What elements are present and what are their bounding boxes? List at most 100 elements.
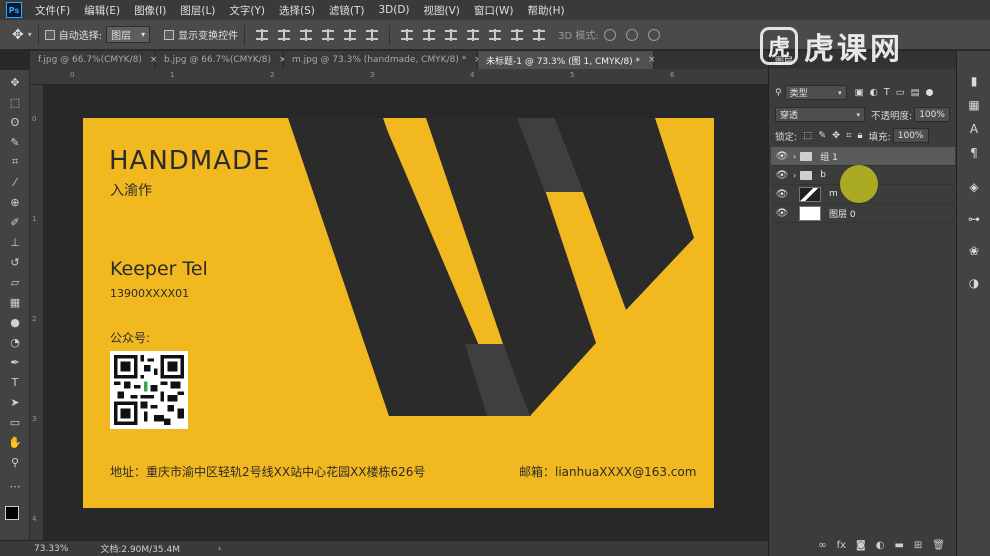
status-menu-arrow-icon[interactable]: › xyxy=(218,544,221,553)
menu-view[interactable]: 视图(V) xyxy=(417,3,467,18)
stamp-icon[interactable]: ⊥ xyxy=(5,234,25,250)
distribute-hcenter-icon[interactable] xyxy=(489,28,502,41)
blend-mode-dropdown[interactable]: 穿透 ▾ xyxy=(775,107,865,122)
menu-image[interactable]: 图像(I) xyxy=(127,3,173,18)
tab-b-jpg[interactable]: b.jpg @ 66.7%(CMYK/8) × xyxy=(156,51,287,69)
history-icon[interactable]: ▮ xyxy=(966,73,982,89)
menu-layer[interactable]: 图层(L) xyxy=(173,3,222,18)
crop-icon[interactable]: ⌗ xyxy=(5,154,25,170)
zoom-level[interactable]: 73.33% xyxy=(34,544,68,554)
menu-edit[interactable]: 编辑(E) xyxy=(77,3,127,18)
3d-pan-icon[interactable] xyxy=(647,28,660,41)
opacity-input[interactable]: 100% xyxy=(914,107,951,122)
preset-dropdown-icon[interactable]: ▾ xyxy=(28,30,32,39)
lock-transparent-icon[interactable]: ⬚ xyxy=(803,130,812,141)
layer-row-layer-0[interactable]: 👁︎ 图层 0 xyxy=(771,204,955,223)
pen-icon[interactable]: ✒ xyxy=(5,354,25,370)
eye-icon[interactable]: 👁︎ xyxy=(771,170,793,181)
trash-icon[interactable]: 🗑︎ xyxy=(932,540,945,551)
mask-icon[interactable]: ◙ xyxy=(856,540,866,551)
filter-type-icon[interactable]: T xyxy=(884,87,890,98)
business-card[interactable]: HANDMADE 入渝作 Keeper Tel 13900XXXX01 公众号:… xyxy=(83,118,714,508)
filter-toggle-icon[interactable] xyxy=(925,89,933,96)
align-left-icon[interactable] xyxy=(322,28,335,41)
close-icon[interactable]: × xyxy=(648,55,656,65)
filter-smart-icon[interactable]: ▤ xyxy=(911,87,920,98)
layer-row-group-1[interactable]: 👁︎ › 组 1 xyxy=(771,147,955,166)
dodge-icon[interactable]: ◔ xyxy=(5,334,25,350)
character-icon[interactable]: A xyxy=(966,121,982,137)
3d-orbit-icon[interactable] xyxy=(603,28,616,41)
move-tool-preset-icon[interactable]: ✥ xyxy=(12,27,24,43)
filter-adjust-icon[interactable]: ◐ xyxy=(870,87,878,98)
align-hcenter-icon[interactable] xyxy=(344,28,357,41)
brush-icon[interactable]: ✐ xyxy=(5,214,25,230)
menu-file[interactable]: 文件(F) xyxy=(28,3,77,18)
eye-icon[interactable]: 👁︎ xyxy=(771,189,793,200)
hand-icon[interactable]: ✋ xyxy=(5,434,25,450)
eye-icon[interactable]: 👁︎ xyxy=(771,208,793,219)
tab-m-jpg[interactable]: m.jpg @ 73.3% (handmade, CMYK/8) * × xyxy=(284,51,482,69)
layer-kind-filter[interactable]: 类型 ▾ xyxy=(784,85,847,100)
auto-select-checkbox[interactable] xyxy=(44,29,55,40)
menu-filter[interactable]: 滤镜(T) xyxy=(322,3,372,18)
marquee-icon[interactable]: ⬚ xyxy=(5,94,25,110)
tab-f-jpg[interactable]: f.jpg @ 66.7%(CMYK/8) × xyxy=(30,51,157,69)
align-top-icon[interactable] xyxy=(256,28,269,41)
menu-select[interactable]: 选择(S) xyxy=(272,3,322,18)
gradient-icon[interactable]: ▦ xyxy=(5,294,25,310)
auto-align-icon[interactable] xyxy=(533,28,546,41)
expand-chevron-icon[interactable]: › xyxy=(793,152,796,161)
channels-icon[interactable]: ❀ xyxy=(966,243,982,259)
distribute-right-icon[interactable] xyxy=(511,28,524,41)
eye-icon[interactable]: 👁︎ xyxy=(771,151,793,162)
foreground-color-swatch[interactable] xyxy=(5,506,19,520)
history-brush-icon[interactable]: ↺ xyxy=(5,254,25,270)
menu-type[interactable]: 文字(Y) xyxy=(222,3,272,18)
distribute-top-icon[interactable] xyxy=(401,28,414,41)
type-icon[interactable]: T xyxy=(5,374,25,390)
menu-window[interactable]: 窗口(W) xyxy=(467,3,521,18)
folder-icon[interactable]: ▬ xyxy=(894,540,903,551)
distribute-bottom-icon[interactable] xyxy=(445,28,458,41)
move-icon[interactable]: ✥ xyxy=(5,74,25,90)
blur-icon[interactable]: ● xyxy=(5,314,25,330)
auto-select-dropdown[interactable]: 图层 ▾ xyxy=(106,26,151,43)
zoom-icon[interactable]: ⚲ xyxy=(5,454,25,470)
filter-pixel-icon[interactable]: ▣ xyxy=(855,87,864,98)
fill-input[interactable]: 100% xyxy=(892,128,929,143)
path-select-icon[interactable]: ➤ xyxy=(5,394,25,410)
paths-icon[interactable]: ⊶ xyxy=(966,211,982,227)
align-vcenter-icon[interactable] xyxy=(278,28,291,41)
link-icon[interactable]: ∞ xyxy=(818,540,826,551)
eyedropper-icon[interactable]: ⁄ xyxy=(5,174,25,190)
layers-dock-icon[interactable]: ◈ xyxy=(966,179,982,195)
lock-all-icon[interactable]: 🔒︎ xyxy=(857,130,862,141)
eraser-icon[interactable]: ▱ xyxy=(5,274,25,290)
rectangle-icon[interactable]: ▭ xyxy=(5,414,25,430)
quick-select-icon[interactable]: ✎ xyxy=(5,134,25,150)
distribute-left-icon[interactable] xyxy=(467,28,480,41)
distribute-vcenter-icon[interactable] xyxy=(423,28,436,41)
align-right-icon[interactable] xyxy=(366,28,379,41)
menu-3d[interactable]: 3D(D) xyxy=(371,4,416,16)
menu-help[interactable]: 帮助(H) xyxy=(521,3,572,18)
fx-icon[interactable]: fx xyxy=(837,540,846,551)
canvas-area[interactable]: HANDMADE 入渝作 Keeper Tel 13900XXXX01 公众号:… xyxy=(45,86,768,540)
3d-roll-icon[interactable] xyxy=(625,28,638,41)
adjustments-icon[interactable]: ◑ xyxy=(966,275,982,291)
tab-untitled-1[interactable]: 未标题-1 @ 73.3% (图 1, CMYK/8) * × xyxy=(478,51,656,69)
align-bottom-icon[interactable] xyxy=(300,28,313,41)
lasso-icon[interactable]: ʘ xyxy=(5,114,25,130)
paragraph-icon[interactable]: ¶ xyxy=(966,145,982,161)
new-layer-icon[interactable]: ⊞ xyxy=(914,540,922,551)
show-transform-checkbox[interactable] xyxy=(164,29,175,40)
filter-shape-icon[interactable]: ▭ xyxy=(896,87,905,98)
healing-icon[interactable]: ⊕ xyxy=(5,194,25,210)
lock-artboard-icon[interactable]: ⌗ xyxy=(846,130,851,141)
lock-pixels-icon[interactable]: ✎ xyxy=(818,130,826,141)
edit-toolbar-icon[interactable]: ⋯ xyxy=(5,478,25,494)
expand-chevron-icon[interactable]: › xyxy=(793,171,796,180)
lock-position-icon[interactable]: ✥ xyxy=(832,130,840,141)
color-icon[interactable]: ▦ xyxy=(966,97,982,113)
